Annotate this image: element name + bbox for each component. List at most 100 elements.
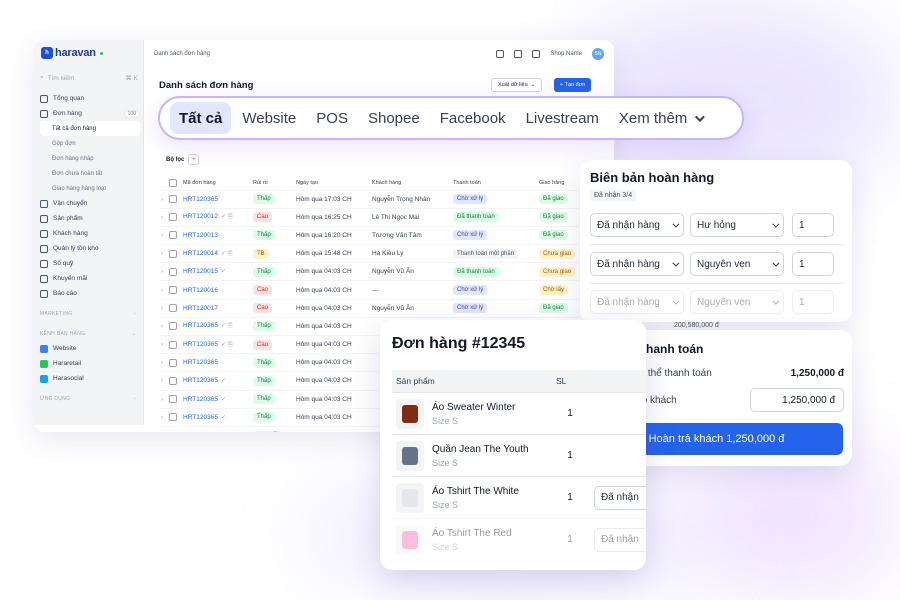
expand-row-icon[interactable]: › (159, 280, 169, 300)
table-row[interactable]: › HRT120012 ✓ 🗎 Cao Hôm qua 16:25 CH Lê Thị N… (159, 207, 580, 227)
order-code-link[interactable]: HRT120365 (183, 322, 218, 329)
expand-row-icon[interactable]: › (159, 389, 169, 409)
expand-row-icon[interactable]: › (159, 207, 169, 227)
expand-row-icon[interactable]: › (159, 298, 169, 318)
receive-status-select[interactable]: Đã nhận hàng (590, 290, 684, 314)
column-header[interactable]: Ngày tạo (296, 176, 372, 190)
row-checkbox[interactable] (169, 340, 177, 349)
sidebar-subitem-all-orders[interactable]: Tất cả đơn hàng (40, 121, 140, 136)
order-code-link[interactable]: HRT120365 (183, 359, 218, 366)
quantity-input[interactable]: 1 (792, 252, 834, 276)
tab-livestream[interactable]: Livestream (517, 102, 608, 134)
order-code-link[interactable]: HRT120365 (183, 341, 218, 348)
column-header[interactable]: Mã đơn hàng (183, 176, 253, 190)
shop-name[interactable]: Shop Name (550, 51, 582, 57)
logo[interactable]: h haravan (41, 47, 103, 59)
add-filter-button[interactable]: + (188, 154, 200, 165)
order-code-link[interactable]: HRT120365 (183, 396, 218, 403)
row-checkbox[interactable] (169, 304, 177, 313)
expand-row-icon[interactable]: › (159, 353, 169, 372)
condition-select[interactable]: Hư hỏng (690, 213, 784, 237)
section-marketing[interactable]: MARKETING › (40, 307, 140, 321)
order-code-link[interactable]: HRT120365 (183, 196, 218, 203)
order-code-link[interactable]: HRT120015 (183, 268, 218, 275)
receive-status-select[interactable]: Đã nhận hàng (590, 252, 684, 276)
expand-row-icon[interactable]: › (159, 316, 169, 336)
row-checkbox[interactable] (169, 195, 177, 204)
row-checkbox[interactable] (169, 358, 177, 367)
receive-status-select[interactable]: Đã nhận (594, 485, 646, 510)
expand-row-icon[interactable]: › (159, 225, 169, 245)
table-row[interactable]: › HRT120015 ✓ Thấp Hôm qua 04:03 CH Nguyễn Vũ… (159, 262, 580, 281)
order-code-link[interactable]: HRT120013 (183, 232, 218, 239)
quantity-input[interactable]: 1 (792, 213, 834, 237)
order-item[interactable]: Áo Sweater Winter Size S 1 (392, 392, 646, 434)
receive-status-select[interactable]: Đã nhận hàng (590, 213, 684, 237)
tab-facebook[interactable]: Facebook (431, 102, 515, 134)
order-item[interactable]: Áo Tshirt The Red Size S 1 Đã nhận (392, 518, 646, 560)
expand-row-icon[interactable]: › (159, 189, 169, 209)
row-checkbox[interactable] (169, 413, 177, 422)
order-code-link[interactable]: HRT120016 (183, 287, 218, 294)
row-checkbox[interactable] (169, 286, 177, 295)
channel-harasocial[interactable]: Harasocial (40, 371, 140, 386)
order-code-link[interactable]: HRT120012 (183, 213, 218, 220)
order-code-link[interactable]: HRT120365 (183, 414, 218, 421)
sidebar-item-promotions[interactable]: Khuyến mãi (40, 271, 140, 286)
order-code-link[interactable]: HRT120014 (183, 250, 218, 257)
export-button[interactable]: Xuất dữ liệu ⌄ (491, 78, 543, 92)
tab-all[interactable]: Tất cả (170, 102, 232, 134)
expand-row-icon[interactable]: › (159, 371, 169, 391)
sidebar-subitem-incomplete-orders[interactable]: Đơn chưa hoàn tất (40, 166, 140, 181)
tab-shopee[interactable]: Shopee (359, 102, 429, 134)
chat-icon[interactable] (496, 50, 505, 58)
order-item[interactable]: Áo Tshirt The White Size S 1 Đã nhận (392, 476, 646, 518)
row-checkbox[interactable] (169, 231, 177, 240)
row-checkbox[interactable] (169, 267, 177, 276)
sidebar-item-cashbook[interactable]: Sổ quỹ (40, 256, 140, 271)
sidebar-item-inventory[interactable]: Quản lý tồn kho (40, 241, 140, 256)
row-checkbox[interactable] (169, 213, 177, 222)
expand-row-icon[interactable]: › (159, 407, 169, 427)
sidebar-item-customers[interactable]: Khách hàng (40, 226, 140, 241)
sidebar-subitem-merge-orders[interactable]: Gộp đơn (40, 136, 140, 151)
tab-website[interactable]: Website (233, 102, 305, 134)
apps-grid-icon[interactable] (514, 50, 523, 58)
sidebar-item-products[interactable]: Sản phẩm (40, 211, 140, 226)
table-row[interactable]: › HRT120014 ✓ 🗎 TB Hôm qua 15:48 CH Hà Kiều L… (159, 244, 580, 263)
checkbox[interactable] (169, 178, 177, 187)
table-row[interactable]: › HRT120016 Cao Hôm qua 04:03 CH --- Chờ xử l… (159, 280, 580, 300)
refund-amount-input[interactable]: 1,250,000 đ (750, 388, 844, 412)
row-checkbox[interactable] (169, 249, 177, 258)
avatar[interactable]: SN (592, 48, 604, 60)
column-header[interactable]: Giao hàng (539, 176, 579, 190)
expand-row-icon[interactable]: › (159, 334, 169, 354)
sidebar-item-shipping[interactable]: Vận chuyển (40, 196, 140, 211)
sidebar-item-orders[interactable]: Đơn hàng 100 (40, 106, 140, 121)
row-checkbox[interactable] (169, 376, 177, 385)
expand-row-icon[interactable]: › (159, 262, 169, 281)
quantity-input[interactable]: 1 (792, 290, 834, 314)
column-header[interactable]: Khách hàng (372, 176, 453, 190)
order-item[interactable]: Quần Jean The Youth Size S 1 (392, 434, 646, 476)
sidebar-search[interactable]: ⌕ Tìm kiếm ⌘ K (40, 72, 138, 84)
expand-row-icon[interactable]: › (159, 244, 169, 263)
sidebar-subitem-draft-orders[interactable]: Đơn hàng nháp (40, 151, 140, 166)
section-apps[interactable]: ỨNG DỤNG › (40, 392, 140, 406)
order-code-link[interactable]: HRT120017 (183, 305, 218, 312)
row-checkbox[interactable] (169, 322, 177, 331)
channel-website[interactable]: Website (40, 341, 140, 356)
column-header[interactable]: Thanh toán (453, 176, 539, 190)
table-row[interactable]: › HRT120365 Thấp Hôm qua 17:03 CH Nguyễn Trọ… (159, 189, 580, 209)
tab-more[interactable]: Xem thêm (610, 102, 711, 134)
condition-select[interactable]: Nguyên vẹn (690, 290, 784, 314)
table-row[interactable]: › HRT120017 Cao Hôm qua 04:03 CH Nguyễn Vũ Â… (159, 298, 580, 318)
receive-status-select[interactable]: Đã nhận (594, 527, 646, 552)
table-row[interactable]: › HRT120013 Thấp Hôm qua 16:20 CH Trương Văn… (159, 225, 580, 245)
column-header[interactable]: Rủi ro (253, 176, 296, 190)
condition-select[interactable]: Nguyên vẹn (690, 252, 784, 276)
bell-icon[interactable] (532, 50, 541, 58)
channel-hararetail[interactable]: Hararetail (40, 356, 140, 371)
sidebar-subitem-bulk-delivery[interactable]: Giao hàng hàng loạt (40, 181, 140, 196)
header-select-all[interactable] (169, 176, 183, 190)
